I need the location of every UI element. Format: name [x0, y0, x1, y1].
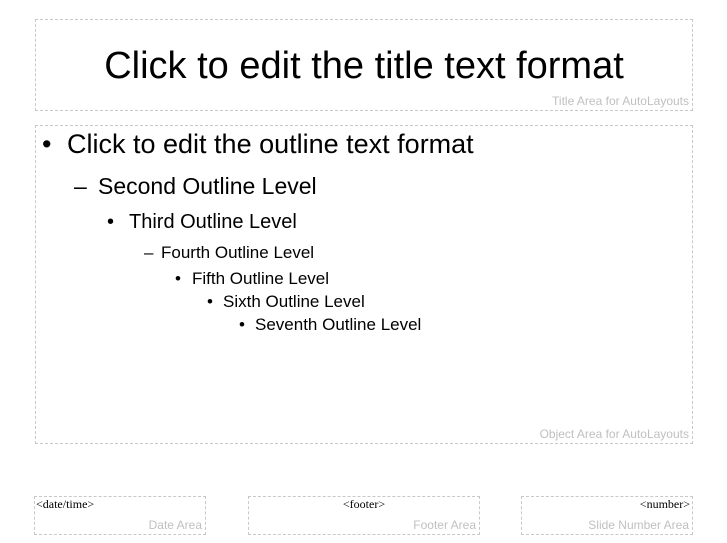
outline-level-7-text: Seventh Outline Level [255, 315, 422, 334]
footer-placeholder[interactable]: <footer> Footer Area [248, 496, 480, 535]
slide-number-area-label: Slide Number Area [588, 518, 689, 532]
bullet-icon: • [207, 292, 213, 311]
date-time-field[interactable]: <date/time> [36, 497, 94, 511]
outline-level-7[interactable]: • Seventh Outline Level [239, 315, 421, 335]
outline-level-1-text: Click to edit the outline text format [67, 129, 474, 159]
slide-number-field[interactable]: <number> [640, 497, 690, 511]
bullet-icon: • [42, 129, 52, 159]
bullet-icon: • [175, 269, 181, 288]
title-text[interactable]: Click to edit the title text format [36, 44, 692, 88]
slide-number-placeholder[interactable]: <number> Slide Number Area [521, 496, 693, 535]
outline-level-2-text: Second Outline Level [98, 173, 317, 199]
outline-level-4[interactable]: – Fourth Outline Level [144, 243, 314, 263]
title-area-label: Title Area for AutoLayouts [552, 94, 689, 108]
date-area-label: Date Area [148, 518, 202, 532]
outline-level-5[interactable]: • Fifth Outline Level [175, 269, 329, 289]
outline-level-4-text: Fourth Outline Level [161, 243, 315, 262]
object-placeholder[interactable]: • Click to edit the outline text format … [35, 125, 693, 444]
outline-level-6-text: Sixth Outline Level [223, 292, 365, 311]
bullet-icon: • [107, 211, 115, 233]
outline-level-3[interactable]: • Third Outline Level [107, 210, 297, 234]
outline-level-3-text: Third Outline Level [129, 211, 297, 233]
object-area-label: Object Area for AutoLayouts [539, 427, 689, 441]
title-placeholder[interactable]: Click to edit the title text format Titl… [35, 19, 693, 111]
footer-field[interactable]: <footer> [249, 497, 479, 511]
footer-area-label: Footer Area [413, 518, 476, 532]
outline-level-5-text: Fifth Outline Level [192, 269, 330, 288]
dash-bullet-icon: – [74, 173, 87, 199]
outline-level-6[interactable]: • Sixth Outline Level [207, 292, 365, 312]
outline-level-2[interactable]: – Second Outline Level [74, 172, 317, 200]
dash-bullet-icon: – [144, 243, 154, 262]
date-placeholder[interactable]: <date/time> Date Area [34, 496, 206, 535]
outline-level-1[interactable]: • Click to edit the outline text format [42, 128, 474, 160]
bullet-icon: • [239, 315, 245, 334]
